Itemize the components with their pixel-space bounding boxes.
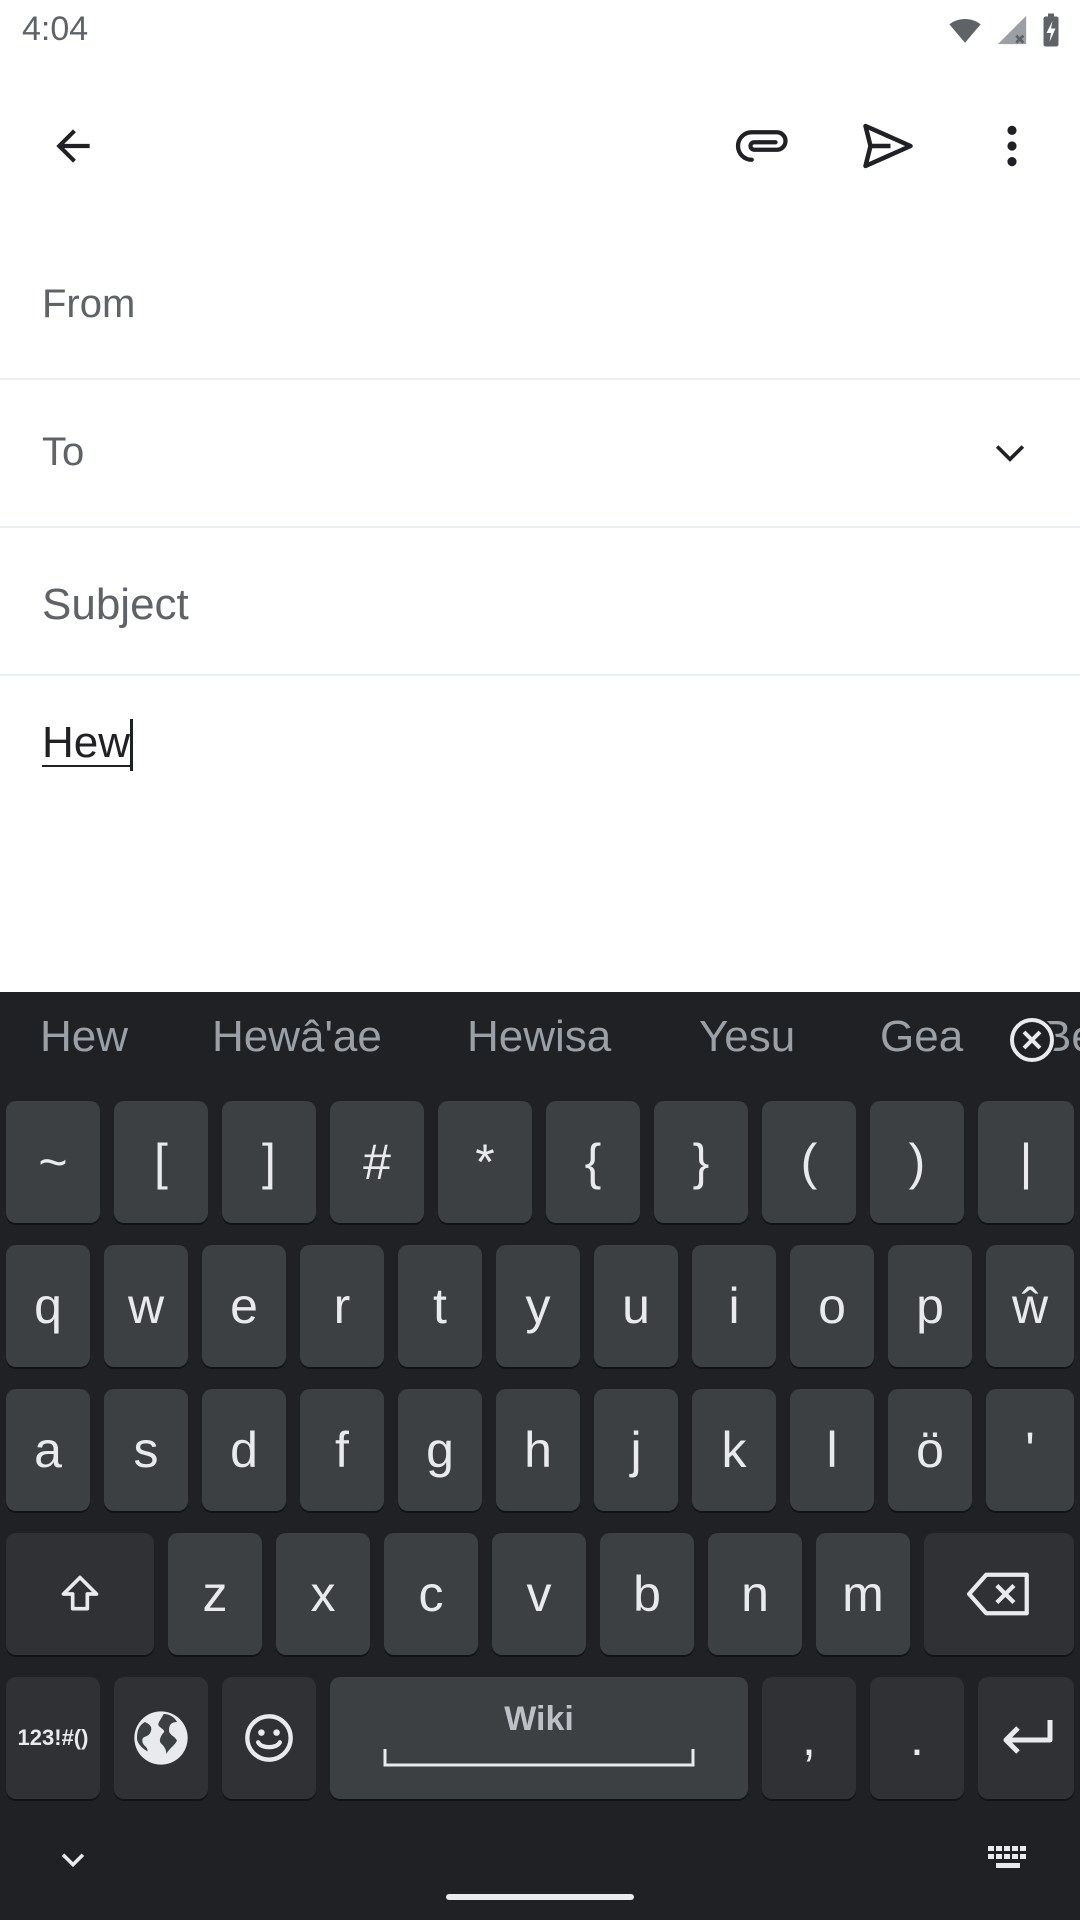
space-bar-icon xyxy=(383,1748,695,1766)
status-bar: 4:04 xyxy=(0,0,1080,64)
key[interactable]: r xyxy=(300,1245,384,1367)
keyboard-icon xyxy=(988,1846,1026,1868)
more-vert-icon xyxy=(1007,125,1017,167)
emoji-icon xyxy=(245,1714,293,1762)
backspace-icon xyxy=(967,1572,1029,1616)
from-label: From xyxy=(42,282,136,326)
hide-keyboard-button[interactable] xyxy=(48,1834,98,1884)
key[interactable]: [ xyxy=(114,1101,208,1223)
period-key[interactable]: . xyxy=(870,1677,964,1799)
key[interactable]: ŵ xyxy=(986,1245,1074,1367)
key[interactable]: ) xyxy=(870,1101,964,1223)
enter-icon xyxy=(1003,1720,1053,1754)
key[interactable]: o xyxy=(790,1245,874,1367)
status-icons xyxy=(946,12,1062,48)
key[interactable]: b xyxy=(600,1533,694,1655)
key[interactable]: i xyxy=(692,1245,776,1367)
shift-key[interactable] xyxy=(6,1533,154,1655)
subject-field[interactable]: Subject xyxy=(0,528,1080,676)
chevron-down-icon xyxy=(61,1853,85,1868)
body-editor[interactable]: Hew xyxy=(42,718,134,772)
key[interactable]: t xyxy=(398,1245,482,1367)
suggestion[interactable]: Hewisa xyxy=(467,1012,611,1062)
suggestion[interactable]: Hewâ'ae xyxy=(212,1012,382,1062)
attach-button[interactable] xyxy=(718,101,808,191)
shift-icon xyxy=(61,1575,99,1611)
key[interactable]: j xyxy=(594,1389,678,1511)
key[interactable]: ö xyxy=(888,1389,972,1511)
body-text: Hew xyxy=(42,718,131,767)
suggestion[interactable]: Gea xyxy=(880,1012,963,1062)
battery-icon xyxy=(1043,13,1059,47)
key[interactable]: e xyxy=(202,1245,286,1367)
key[interactable]: z xyxy=(168,1533,262,1655)
enter-key[interactable] xyxy=(978,1677,1074,1799)
expand-recipients-button[interactable] xyxy=(980,422,1040,482)
key[interactable]: p xyxy=(888,1245,972,1367)
suggestion[interactable]: Hew xyxy=(40,1012,128,1062)
keyboard: Hew Hewâ'ae Hewisa Yesu Gea Be ~ [ ] # *… xyxy=(0,992,1080,1920)
key[interactable]: } xyxy=(654,1101,748,1223)
navigation-bar xyxy=(0,1810,1080,1920)
key[interactable]: s xyxy=(104,1389,188,1511)
key[interactable]: v xyxy=(492,1533,586,1655)
key[interactable]: ' xyxy=(986,1389,1074,1511)
suggestion[interactable]: Yesu xyxy=(699,1012,795,1062)
key[interactable]: q xyxy=(6,1245,90,1367)
key[interactable]: ~ xyxy=(6,1101,100,1223)
subject-placeholder: Subject xyxy=(42,580,189,629)
backspace-key[interactable] xyxy=(924,1533,1074,1655)
globe-icon xyxy=(134,1711,188,1765)
to-label: To xyxy=(42,430,85,474)
key[interactable]: c xyxy=(384,1533,478,1655)
key[interactable]: h xyxy=(496,1389,580,1511)
key[interactable]: f xyxy=(300,1389,384,1511)
key[interactable]: m xyxy=(816,1533,910,1655)
more-options-button[interactable] xyxy=(967,101,1057,191)
send-button[interactable] xyxy=(843,101,933,191)
key[interactable]: k xyxy=(692,1389,776,1511)
key[interactable]: l xyxy=(790,1389,874,1511)
space-key[interactable]: Wiki xyxy=(330,1677,748,1799)
key[interactable]: g xyxy=(398,1389,482,1511)
suggestion-strip: Hew Hewâ'ae Hewisa Yesu Gea Be xyxy=(0,992,1080,1092)
emoji-key[interactable] xyxy=(222,1677,316,1799)
key[interactable]: x xyxy=(276,1533,370,1655)
send-icon xyxy=(863,123,913,169)
back-icon xyxy=(56,129,90,163)
key[interactable]: | xyxy=(978,1101,1074,1223)
key[interactable]: { xyxy=(546,1101,640,1223)
home-gesture-pill[interactable] xyxy=(446,1894,634,1900)
clear-suggestion-button[interactable] xyxy=(1008,1016,1056,1064)
chevron-down-icon xyxy=(995,445,1025,462)
key[interactable]: # xyxy=(330,1101,424,1223)
key[interactable]: y xyxy=(496,1245,580,1367)
to-field[interactable]: To xyxy=(0,380,1080,528)
key[interactable]: n xyxy=(708,1533,802,1655)
key[interactable]: w xyxy=(104,1245,188,1367)
comma-key[interactable]: , xyxy=(762,1677,856,1799)
language-key[interactable] xyxy=(114,1677,208,1799)
key[interactable]: * xyxy=(438,1101,532,1223)
compose-toolbar xyxy=(0,86,1080,206)
from-field[interactable]: From xyxy=(0,230,1080,380)
key[interactable]: d xyxy=(202,1389,286,1511)
text-cursor xyxy=(130,719,134,772)
key[interactable]: u xyxy=(594,1245,678,1367)
key[interactable]: ( xyxy=(762,1101,856,1223)
back-button[interactable] xyxy=(28,101,118,191)
space-label: Wiki xyxy=(504,1699,574,1738)
key[interactable]: a xyxy=(6,1389,90,1511)
key[interactable]: ] xyxy=(222,1101,316,1223)
attach-icon xyxy=(735,130,788,162)
wifi-icon xyxy=(949,19,981,43)
status-time: 4:04 xyxy=(22,10,89,48)
symbols-key[interactable]: 123!#() xyxy=(6,1677,100,1799)
close-circle-icon xyxy=(1010,1018,1054,1062)
signal-icon xyxy=(997,15,1027,45)
keyboard-switch-button[interactable] xyxy=(978,1834,1038,1884)
